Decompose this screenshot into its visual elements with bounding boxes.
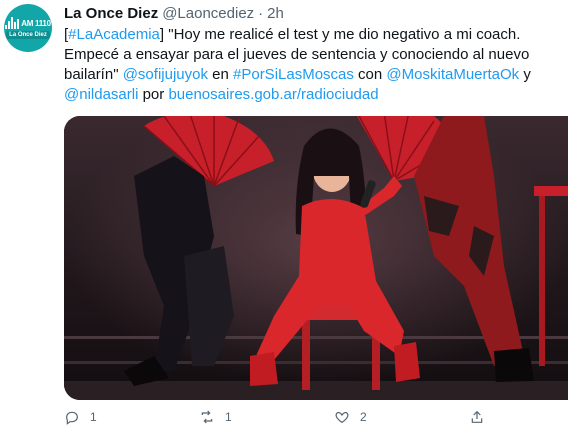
mention-link[interactable]: @MoskitaMuertaOk — [386, 66, 519, 83]
tweet-photo[interactable] — [64, 116, 568, 400]
mention-link[interactable]: @nildasarli — [64, 86, 138, 103]
tweet[interactable]: AM 1110 La Once Diez La Once Diez @Laonc… — [0, 0, 568, 425]
share-button[interactable] — [469, 409, 485, 425]
reply-icon — [66, 411, 78, 425]
tweet-text: [#LaAcademia] "Hoy me realicé el test y … — [64, 25, 560, 105]
photo-of-dancer-icon — [64, 116, 568, 400]
radio-bars-icon — [5, 17, 20, 29]
retweet-icon — [201, 410, 213, 424]
text-segment: y — [519, 66, 531, 83]
hashtag-link[interactable]: #LaAcademia — [68, 26, 160, 43]
like-button[interactable]: 2 — [334, 409, 367, 425]
text-segment: en — [207, 66, 233, 83]
text-segment: por — [138, 86, 169, 103]
timestamp[interactable]: 2h — [267, 5, 284, 22]
share-icon — [471, 410, 483, 423]
text-segment: con — [353, 66, 387, 83]
avatar-station-name: La Once Diez — [6, 31, 50, 39]
user-handle[interactable]: @Laoncediez — [162, 5, 254, 22]
hashtag-link[interactable]: #PorSiLasMoscas — [233, 66, 354, 83]
url-link[interactable]: buenosaires.gob.ar/radiociudad — [168, 86, 378, 103]
heart-icon — [335, 411, 349, 424]
display-name[interactable]: La Once Diez — [64, 5, 158, 22]
tweet-header: La Once Diez @Laoncediez · 2h — [64, 4, 284, 22]
separator-dot: · — [258, 4, 264, 22]
avatar-frequency: AM 1110 — [21, 18, 51, 28]
tweet-actions: 1 1 2 — [64, 409, 544, 425]
avatar[interactable]: AM 1110 La Once Diez — [4, 4, 52, 52]
retweet-button[interactable]: 1 — [199, 409, 232, 425]
mention-link[interactable]: @sofijujuyok — [123, 66, 208, 83]
avatar-logo: AM 1110 — [5, 17, 51, 29]
reply-button[interactable]: 1 — [64, 409, 97, 425]
